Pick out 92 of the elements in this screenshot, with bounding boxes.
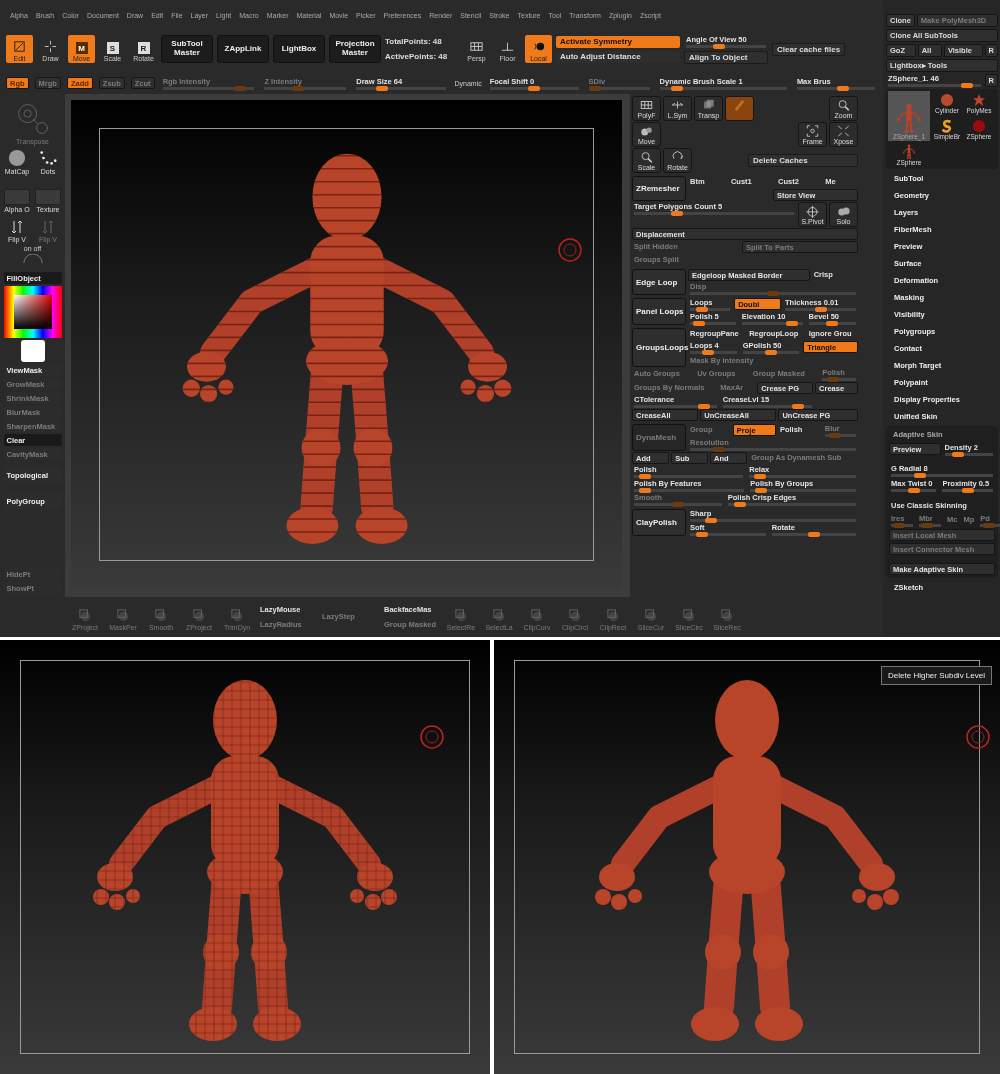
color-picker[interactable] bbox=[3, 286, 62, 338]
cylinder-icon bbox=[940, 93, 954, 107]
slider-thumb[interactable] bbox=[907, 488, 920, 493]
tool-icon bbox=[529, 608, 545, 623]
symmetry-toggle[interactable]: Activate Symmetry bbox=[556, 35, 680, 48]
group-button[interactable]: Panel Loops bbox=[632, 298, 686, 325]
sphere-icon bbox=[8, 149, 26, 167]
star-icon bbox=[972, 93, 986, 107]
pivot-icon bbox=[805, 204, 820, 218]
group-button[interactable]: Edge Loop bbox=[632, 269, 686, 295]
tool-icon bbox=[605, 608, 621, 623]
point-count: TotalPoints: 48 bbox=[385, 37, 443, 46]
menu-button[interactable]: LightBox bbox=[273, 35, 325, 63]
slider-thumb[interactable] bbox=[638, 488, 651, 493]
slider-thumb[interactable] bbox=[754, 474, 766, 479]
color-swatch[interactable] bbox=[20, 340, 45, 362]
slider-thumb[interactable] bbox=[791, 404, 804, 409]
slider-thumb[interactable] bbox=[697, 404, 710, 409]
tool-icon bbox=[719, 608, 735, 623]
slider-thumb[interactable] bbox=[638, 474, 651, 479]
slider-thumb[interactable] bbox=[754, 488, 767, 493]
menu-button[interactable]: ZAppLink bbox=[217, 35, 269, 63]
slider-thumb[interactable] bbox=[826, 321, 839, 326]
tool-icon bbox=[681, 608, 697, 623]
slider-thumb[interactable] bbox=[671, 211, 683, 216]
slider-thumb[interactable] bbox=[693, 321, 706, 326]
tool-button[interactable] bbox=[725, 96, 754, 121]
key-badge: S bbox=[106, 42, 119, 54]
figure-drawing bbox=[896, 103, 922, 133]
viewport[interactable]: Delete Higher Subdiv Level bbox=[494, 640, 1000, 1074]
menu-button[interactable]: SubTool Master bbox=[161, 35, 213, 63]
slider-thumb[interactable] bbox=[528, 85, 541, 91]
slider-thumb[interactable] bbox=[671, 85, 684, 91]
slider-thumb[interactable] bbox=[814, 307, 827, 312]
flip-icon bbox=[9, 219, 25, 235]
expand-icon bbox=[836, 124, 851, 138]
tool-icon bbox=[153, 608, 169, 623]
tool-icon bbox=[77, 608, 93, 623]
slider-thumb[interactable] bbox=[913, 473, 926, 478]
tool-icon bbox=[229, 608, 245, 623]
group-button[interactable]: ZRemesher bbox=[632, 176, 686, 201]
slider-thumb[interactable] bbox=[836, 85, 849, 91]
flip-icon bbox=[40, 219, 56, 235]
tooltip: Delete Higher Subdiv Level bbox=[881, 666, 992, 685]
slider-thumb[interactable] bbox=[733, 502, 746, 507]
group-button[interactable]: GroupsLoops bbox=[632, 328, 686, 367]
slider-thumb[interactable] bbox=[702, 350, 715, 355]
swatch bbox=[35, 189, 61, 205]
dots-icon bbox=[39, 149, 57, 167]
slider-thumb[interactable] bbox=[695, 307, 708, 312]
circle-icon bbox=[557, 236, 583, 263]
snake-icon bbox=[940, 119, 954, 133]
tool-icon bbox=[567, 608, 583, 623]
tool-icon bbox=[643, 608, 659, 623]
delete-caches-button[interactable]: Delete Caches bbox=[748, 154, 858, 167]
slider-thumb[interactable] bbox=[713, 43, 726, 49]
tool-icon bbox=[491, 608, 507, 623]
align-button[interactable]: Align To Object bbox=[684, 50, 768, 64]
swatch bbox=[4, 189, 30, 205]
group-button[interactable]: ClayPolish bbox=[632, 509, 686, 536]
point-count: ActivePoints: 48 bbox=[385, 52, 449, 61]
cube-icon bbox=[701, 98, 716, 112]
ball-icon bbox=[972, 119, 986, 133]
circle-icon bbox=[419, 723, 445, 750]
viewport[interactable] bbox=[0, 640, 490, 1074]
brush-icon bbox=[732, 98, 747, 113]
slider-thumb[interactable] bbox=[765, 350, 777, 355]
figure-drawing bbox=[902, 144, 916, 159]
grid-icon bbox=[639, 98, 654, 112]
crosshair-icon bbox=[43, 39, 58, 54]
key-badge: R bbox=[137, 42, 150, 54]
frame-icon bbox=[805, 124, 820, 138]
slider-thumb[interactable] bbox=[696, 532, 709, 537]
slider-thumb[interactable] bbox=[961, 488, 974, 493]
magnifier-icon bbox=[836, 98, 851, 112]
menu-button[interactable]: Projection Master bbox=[329, 35, 381, 63]
slider-thumb[interactable] bbox=[785, 321, 798, 326]
slider-thumb[interactable] bbox=[807, 532, 820, 537]
symmetry-toggle[interactable]: Auto Adjust Distance bbox=[556, 50, 680, 63]
slider-thumb[interactable] bbox=[951, 452, 964, 457]
slider-thumb[interactable] bbox=[375, 85, 388, 91]
tool-icon bbox=[115, 608, 131, 623]
slider-thumb[interactable] bbox=[960, 83, 973, 88]
magnifier-icon bbox=[639, 150, 654, 164]
circle-icon bbox=[965, 723, 991, 750]
tool-icon bbox=[453, 608, 469, 623]
grid-icon bbox=[469, 39, 484, 54]
tool-icon bbox=[191, 608, 207, 623]
edit-icon bbox=[12, 39, 27, 54]
key-badge: M bbox=[75, 42, 88, 54]
clear-cache-button[interactable]: Clear cache files bbox=[772, 42, 846, 56]
slider-thumb[interactable] bbox=[705, 518, 718, 523]
